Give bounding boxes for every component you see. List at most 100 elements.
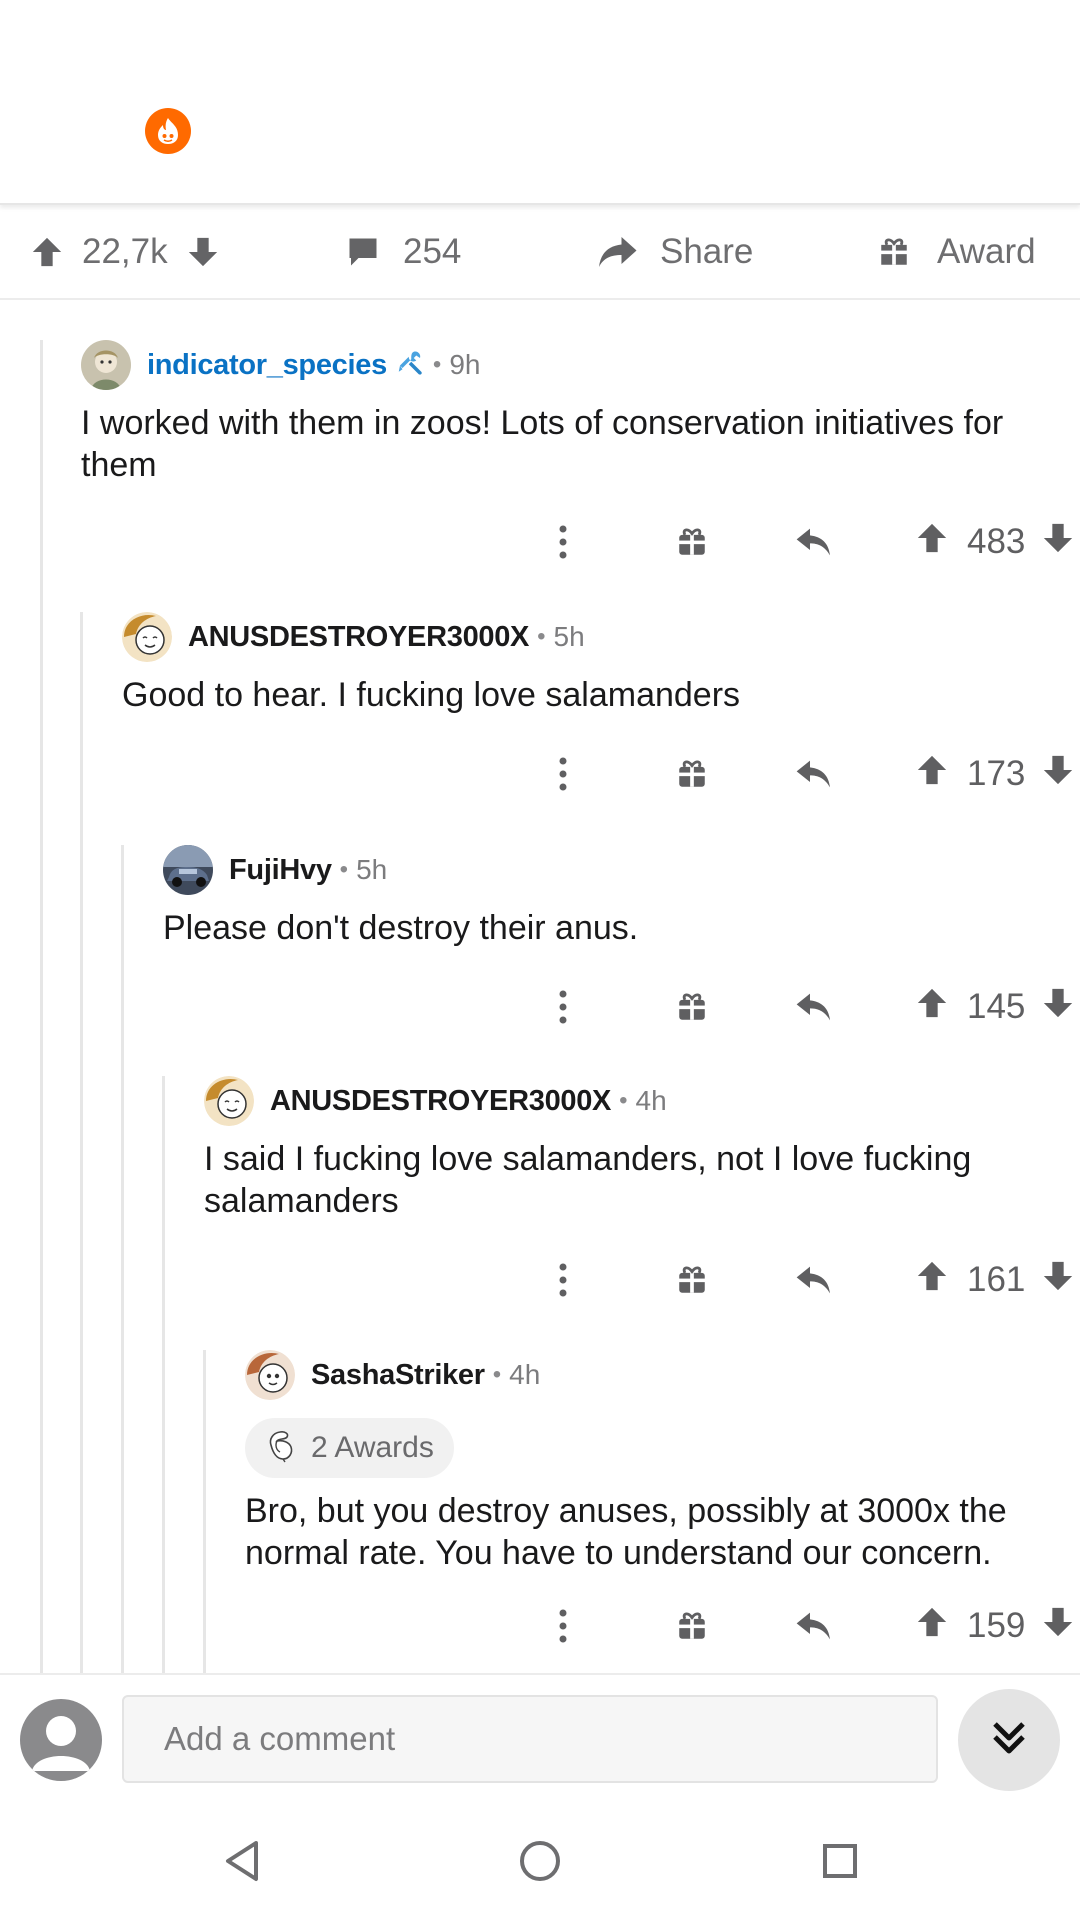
thread-line-level-4 [162, 1076, 165, 1673]
post-upvote-count: 22,7k [82, 232, 168, 271]
comment-username[interactable]: ANUSDESTROYER3000X [270, 1085, 611, 1118]
thread-line-level-3 [121, 845, 124, 1673]
vote-count: 145 [967, 987, 1026, 1026]
comment-vote-group: 145 [915, 977, 1075, 1037]
separator-dot: • [492, 1361, 502, 1388]
more-options-icon[interactable] [557, 1250, 569, 1310]
avatar[interactable] [163, 845, 213, 895]
add-comment-input[interactable]: Add a comment [122, 1695, 938, 1783]
reply-icon[interactable] [795, 744, 833, 804]
share-label: Share [660, 232, 754, 271]
comment-body: I worked with them in zoos! Lots of cons… [81, 404, 1004, 484]
comment-header: SashaStriker • 4h [245, 1350, 1050, 1400]
thread-line-level-1 [40, 340, 43, 1673]
awards-badge[interactable]: 2 Awards [245, 1418, 454, 1478]
comment: ANUSDESTROYER3000X • 5h Good to hear. I … [122, 612, 1050, 716]
reply-icon[interactable] [795, 1596, 833, 1656]
upvote-arrow-icon[interactable] [30, 235, 64, 269]
separator-dot: • [432, 351, 442, 378]
subreddit-icon[interactable] [145, 108, 191, 154]
more-options-icon[interactable] [557, 1596, 569, 1656]
more-options-icon[interactable] [557, 744, 569, 804]
share-button[interactable]: Share [596, 206, 753, 298]
comment-body: I said I fucking love salamanders, not I… [204, 1140, 972, 1220]
expand-comments-button[interactable] [958, 1689, 1060, 1791]
post-action-bar: 22,7k 254 Share Award [0, 206, 1080, 300]
gift-icon[interactable] [675, 1250, 709, 1310]
comment-body: Good to hear. I fucking love salamanders [122, 676, 741, 714]
comment-vote-group: 159 [915, 1596, 1075, 1656]
comment-username[interactable]: ANUSDESTROYER3000X [188, 621, 529, 654]
comment: indicator_species • 9h I worked with the… [81, 340, 1050, 486]
comment-actions: 173 [520, 744, 1080, 804]
comment-composer-bar: Add a comment [0, 1673, 1080, 1805]
separator-dot: • [537, 623, 546, 650]
vote-count: 159 [967, 1606, 1026, 1645]
thread-line-level-5 [203, 1350, 206, 1673]
user-avatar[interactable] [20, 1699, 102, 1781]
comment-bubble-icon [345, 234, 381, 270]
upvote-arrow-icon[interactable] [915, 753, 949, 796]
vote-count: 161 [967, 1260, 1026, 1299]
comments-count-button[interactable]: 254 [345, 206, 461, 298]
gift-icon[interactable] [675, 977, 709, 1037]
awards-count: 2 Awards [311, 1431, 434, 1464]
comment-time: 5h [356, 854, 388, 885]
comment-body: Bro, but you destroy anuses, possibly at… [245, 1492, 1007, 1572]
gift-icon[interactable] [675, 1596, 709, 1656]
reply-icon[interactable] [795, 512, 833, 572]
comment-header: indicator_species • 9h [81, 340, 1050, 390]
downvote-arrow-icon[interactable] [1041, 986, 1075, 1029]
wrench-flair-icon [395, 348, 425, 383]
avatar[interactable] [245, 1350, 295, 1400]
reply-icon[interactable] [795, 977, 833, 1037]
comment-actions: 483 [520, 512, 1080, 572]
system-navigation-bar [0, 1803, 1080, 1920]
upvote-arrow-icon[interactable] [915, 521, 949, 564]
award-label: Award [937, 232, 1036, 271]
downvote-arrow-icon[interactable] [1041, 1259, 1075, 1302]
gift-icon[interactable] [675, 512, 709, 572]
post-vote-group: 22,7k [30, 206, 220, 298]
award-button[interactable]: Award [877, 206, 1036, 298]
gift-icon[interactable] [675, 744, 709, 804]
comment-time: 4h [509, 1359, 541, 1390]
comment-actions: 159 [520, 1596, 1080, 1656]
upvote-arrow-icon[interactable] [915, 1605, 949, 1648]
comment-header: ANUSDESTROYER3000X • 5h [122, 612, 1050, 662]
downvote-arrow-icon[interactable] [1041, 521, 1075, 564]
avatar[interactable] [204, 1076, 254, 1126]
recent-apps-icon[interactable] [810, 1831, 870, 1891]
reply-icon[interactable] [795, 1250, 833, 1310]
comment-vote-group: 173 [915, 744, 1075, 804]
vote-count: 173 [967, 754, 1026, 793]
more-options-icon[interactable] [557, 977, 569, 1037]
downvote-arrow-icon[interactable] [1041, 753, 1075, 796]
double-chevron-down-icon [989, 1718, 1029, 1763]
separator-dot: • [339, 856, 349, 883]
downvote-arrow-icon[interactable] [186, 235, 220, 269]
post-header-area [0, 0, 1080, 205]
thread-line-level-2 [80, 612, 83, 1673]
comment-username[interactable]: SashaStriker [311, 1359, 485, 1392]
separator-dot: • [619, 1087, 628, 1114]
comment-username[interactable]: FujiHvy [229, 854, 332, 887]
comment-actions: 145 [520, 977, 1080, 1037]
gift-icon [877, 235, 911, 269]
avatar[interactable] [122, 612, 172, 662]
back-icon[interactable] [212, 1831, 272, 1891]
upvote-arrow-icon[interactable] [915, 986, 949, 1029]
more-options-icon[interactable] [557, 512, 569, 572]
home-icon[interactable] [510, 1831, 570, 1891]
award-hand-icon [263, 1425, 301, 1471]
upvote-arrow-icon[interactable] [915, 1259, 949, 1302]
comment-actions: 161 [520, 1250, 1080, 1310]
comment-time: 9h [449, 349, 481, 380]
comment-vote-group: 161 [915, 1250, 1075, 1310]
comment-username[interactable]: indicator_species [147, 349, 387, 382]
avatar[interactable] [81, 340, 131, 390]
comment-body: Please don't destroy their anus. [163, 909, 639, 947]
comment: FujiHvy • 5h Please don't destroy their … [163, 845, 1050, 949]
downvote-arrow-icon[interactable] [1041, 1605, 1075, 1648]
comment-header: ANUSDESTROYER3000X • 4h [204, 1076, 1050, 1126]
